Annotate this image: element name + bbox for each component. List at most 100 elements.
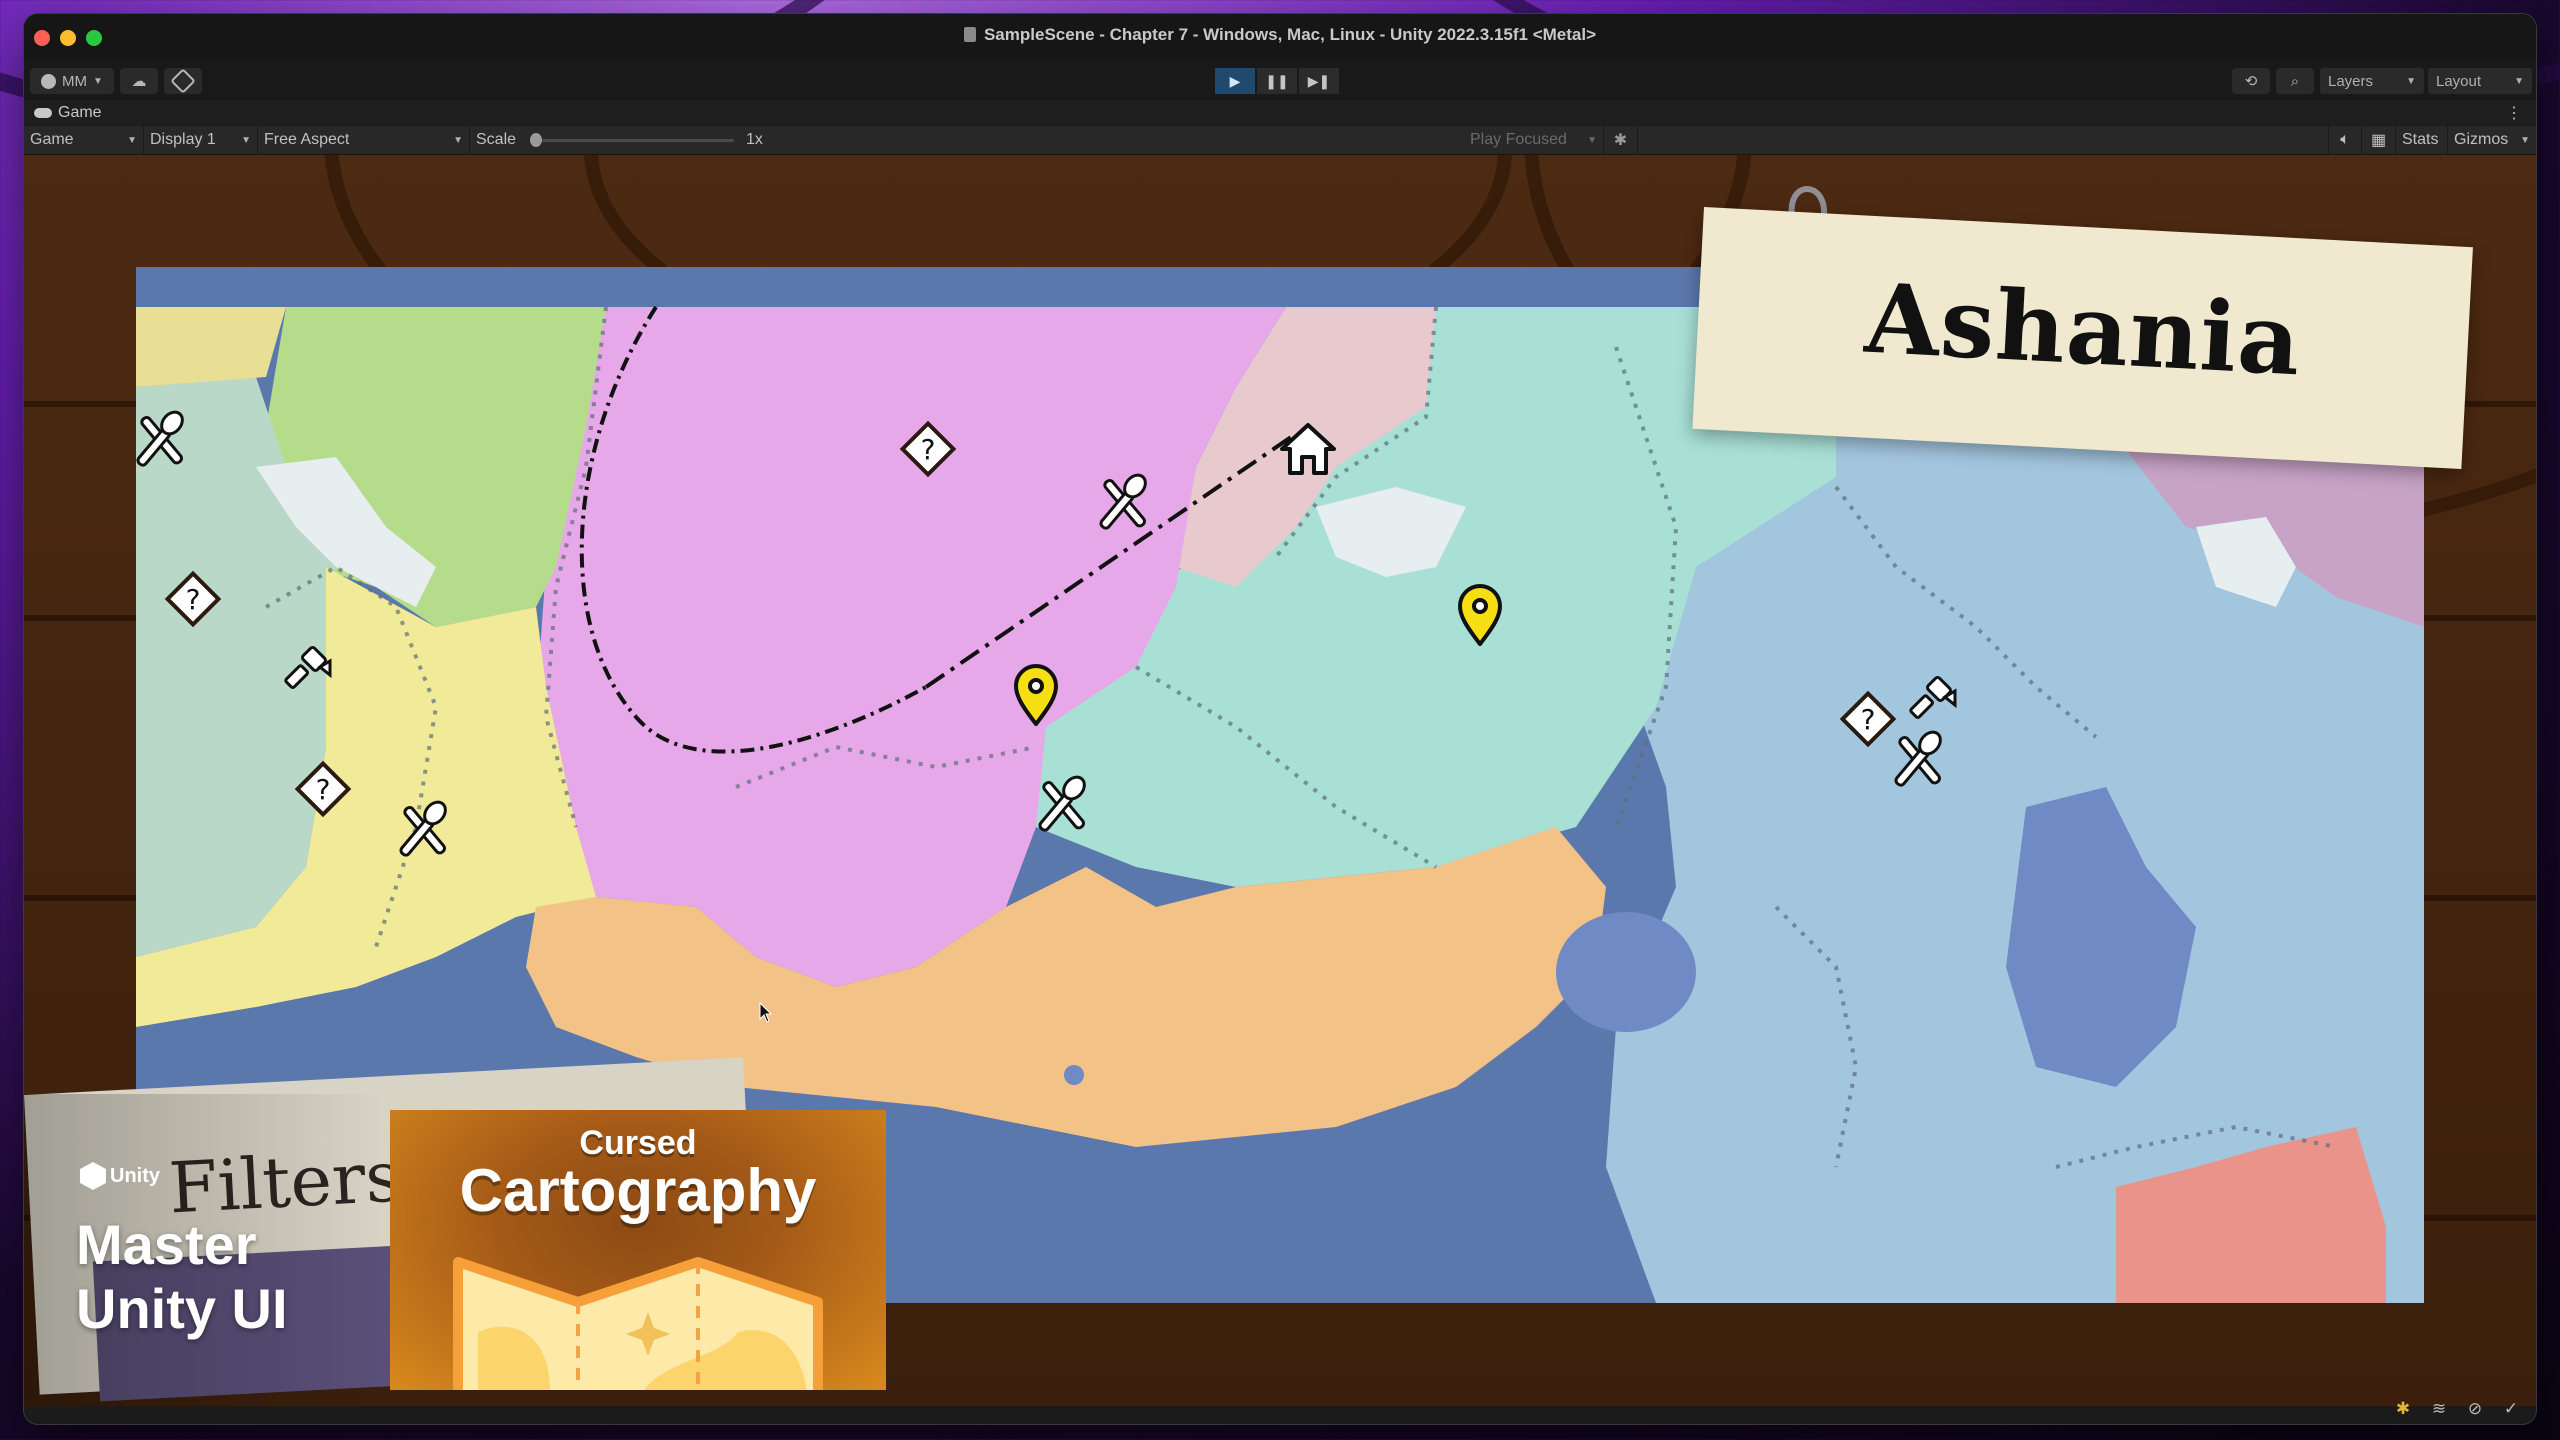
aspect-label: Free Aspect (264, 131, 350, 148)
map-marker-food[interactable] (1886, 727, 1950, 791)
tab-game[interactable]: Game (34, 104, 102, 122)
scale-value-text: 1x (746, 131, 763, 148)
chevron-down-icon: ▼ (127, 134, 137, 146)
stats-button[interactable]: Stats (2396, 126, 2448, 154)
display-label: Display 1 (150, 131, 216, 148)
account-dropdown[interactable]: MM ▼ (30, 68, 114, 94)
play-mode-label: Play Focused (1470, 131, 1567, 148)
frame-debugger-button[interactable]: ✱ (1604, 126, 1638, 154)
map-marker-quest[interactable]: ? (291, 757, 355, 821)
status-icons: ✱ ≋ ⊘ ✓ (2392, 1398, 2522, 1420)
gizmos-dropdown[interactable]: Gizmos ▼ (2448, 126, 2536, 154)
tab-game-label: Game (58, 104, 102, 121)
mute-audio-button[interactable]: 🔈︎ (2328, 126, 2362, 154)
undo-history-icon: ⟲ (2244, 73, 2258, 90)
map-marker-quest[interactable]: ? (161, 567, 225, 631)
console-warning-icon[interactable]: ✱ (2392, 1398, 2414, 1420)
mute-audio-icon: 🔈︎ (2340, 131, 2350, 148)
scale-value: 1x (740, 126, 790, 154)
folded-map-illustration (453, 1257, 823, 1390)
pond (1064, 1065, 1084, 1085)
map-marker-home[interactable] (1276, 417, 1340, 481)
svg-text:?: ? (316, 773, 331, 806)
promo-title: Master Unity UI (76, 1213, 288, 1341)
map-marker-food[interactable] (1030, 772, 1094, 836)
scale-label: Scale (470, 126, 530, 154)
scale-label-text: Scale (476, 131, 517, 148)
promo-title-line1: Master (76, 1213, 257, 1276)
search-button[interactable]: ⌕ (2276, 68, 2314, 94)
account-icon (41, 73, 57, 89)
account-label: MM (62, 72, 88, 90)
scene-file-icon (963, 27, 976, 42)
chevron-down-icon: ▼ (453, 134, 463, 146)
chevron-down-icon: ▼ (2514, 75, 2524, 87)
chevron-down-icon: ▼ (241, 134, 251, 146)
view-mode-label: Game (30, 131, 74, 148)
svg-text:?: ? (1861, 703, 1876, 736)
playmode-controls: ▶ ❚❚ ▶❚ (1215, 68, 1339, 94)
unity-brand-text: Unity (110, 1164, 160, 1187)
game-view[interactable]: ???? Ashania Filters Unity Master Unity … (24, 155, 2536, 1406)
view-mode-dropdown[interactable]: Game ▼ (24, 126, 144, 154)
step-icon: ▶❚ (1307, 72, 1331, 89)
gizmos-label: Gizmos (2454, 131, 2509, 148)
cache-server-icon[interactable]: ≋ (2428, 1398, 2450, 1420)
more-options-icon[interactable]: ⋮ (2506, 103, 2522, 123)
map-marker-blacksmith[interactable] (1901, 667, 1965, 731)
aspect-dropdown[interactable]: Free Aspect ▼ (258, 126, 470, 154)
version-control-button[interactable] (164, 68, 202, 94)
auto-generate-lighting-icon[interactable]: ⊘ (2464, 1398, 2486, 1420)
layout-label: Layout (2436, 72, 2482, 90)
pause-icon: ❚❚ (1265, 72, 1289, 89)
svg-text:?: ? (921, 433, 936, 466)
chevron-down-icon: ▼ (1587, 134, 1597, 146)
play-mode-dropdown[interactable]: Play Focused ▼ (1464, 126, 1604, 154)
pause-button[interactable]: ❚❚ (1257, 68, 1297, 94)
status-bar: ✱ ≋ ⊘ ✓ (24, 1399, 2536, 1424)
gamepad-icon (34, 108, 52, 118)
scale-slider-track[interactable] (534, 139, 734, 142)
cloud-button[interactable]: ☁ (120, 68, 158, 94)
map-marker-location[interactable] (1448, 582, 1512, 646)
lake (1556, 912, 1696, 1032)
checkmark-icon[interactable]: ✓ (2500, 1398, 2522, 1420)
cloud-icon: ☁ (131, 73, 147, 90)
undo-history-button[interactable]: ⟲ (2232, 68, 2270, 94)
display-dropdown[interactable]: Display 1 ▼ (144, 126, 258, 154)
play-icon: ▶ (1229, 72, 1241, 89)
unity-cube-icon (80, 1162, 106, 1190)
chevron-down-icon: ▼ (93, 75, 103, 87)
layers-label: Layers (2328, 72, 2374, 90)
main-toolbar: MM ▼ ☁ ▶ ❚❚ ▶❚ ⟲ ⌕ Layers ▼ Layout ▼ (24, 58, 2536, 100)
game-tab-bar: Game ⋮ (24, 100, 2536, 126)
promo-title-line2: Unity UI (76, 1277, 288, 1340)
chevron-down-icon: ▼ (2406, 75, 2416, 87)
map-marker-food[interactable] (136, 407, 192, 471)
grid-icon: ▦ (2370, 132, 2387, 149)
scale-slider-handle[interactable] (530, 133, 542, 147)
step-button[interactable]: ▶❚ (1299, 68, 1339, 94)
bug-icon: ✱ (1613, 132, 1628, 149)
chevron-down-icon: ▼ (2520, 134, 2530, 146)
search-icon: ⌕ (2290, 72, 2300, 90)
region-northwest-yellow (136, 307, 286, 387)
unity-logo: Unity (80, 1162, 160, 1190)
map-marker-blacksmith[interactable] (276, 637, 340, 701)
map-title: Ashania (1862, 261, 2304, 398)
grid-button[interactable]: ▦ (2362, 126, 2396, 154)
map-marker-location[interactable] (1004, 662, 1068, 726)
map-marker-food[interactable] (1091, 470, 1155, 534)
mouse-cursor-icon (759, 1002, 773, 1023)
unity-editor-window: SampleScene - Chapter 7 - Windows, Mac, … (24, 14, 2536, 1424)
layers-dropdown[interactable]: Layers ▼ (2320, 68, 2424, 94)
map-marker-food[interactable] (391, 797, 455, 861)
card-title: Cartography (459, 1157, 817, 1224)
layout-dropdown[interactable]: Layout ▼ (2428, 68, 2532, 94)
window-title: SampleScene - Chapter 7 - Windows, Mac, … (24, 25, 2536, 45)
stats-label: Stats (2402, 131, 2439, 148)
region-name-card: Ashania (1692, 207, 2473, 469)
window-title-text: SampleScene - Chapter 7 - Windows, Mac, … (983, 25, 1597, 44)
map-marker-quest[interactable]: ? (896, 417, 960, 481)
play-button[interactable]: ▶ (1215, 68, 1255, 94)
